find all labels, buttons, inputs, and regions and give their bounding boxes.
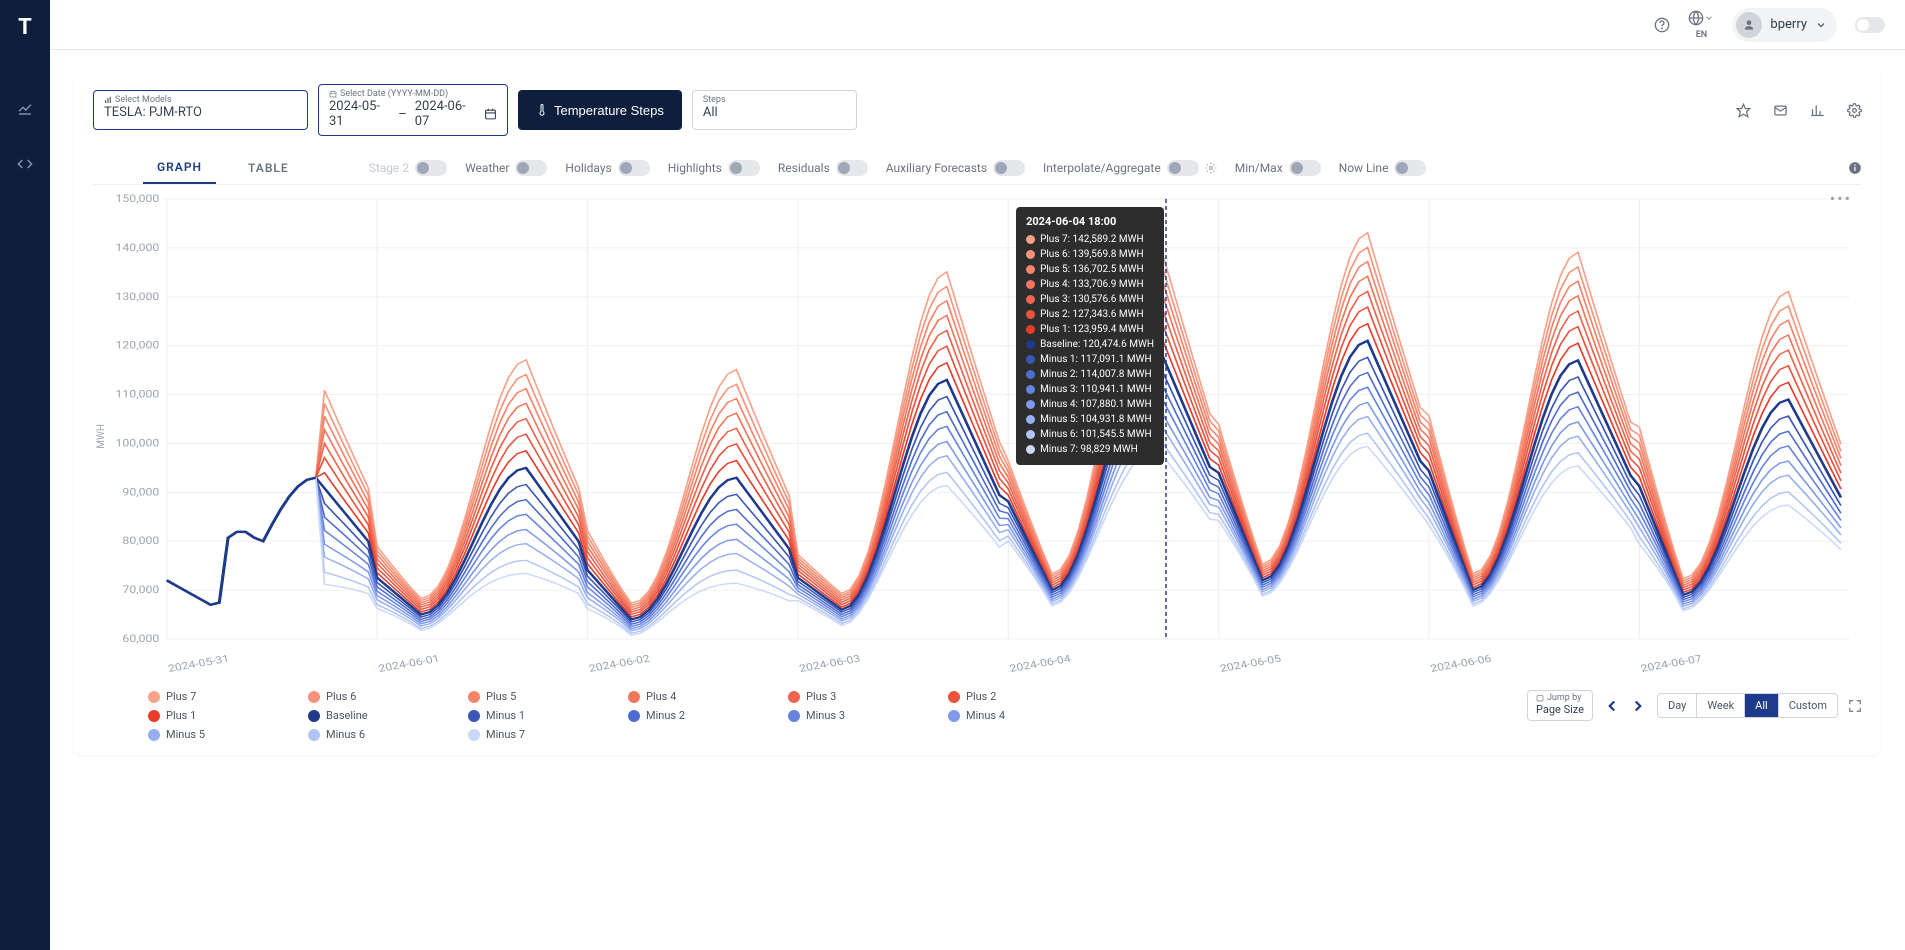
y-tick-label: 140,000 <box>116 242 160 254</box>
legend-item[interactable]: Plus 5 <box>468 690 538 703</box>
models-select[interactable]: Select Models TESLA: PJM-RTO <box>93 90 308 130</box>
y-tick-label: 60,000 <box>122 633 159 645</box>
toggle-nowline[interactable] <box>1394 160 1426 176</box>
series-line <box>167 357 1841 622</box>
legend: Plus 7 Plus 6 Plus 5 Plus 4 Plus 3 Plus 2 Plus… <box>148 690 1048 741</box>
email-icon[interactable] <box>1773 103 1788 118</box>
legend-item[interactable]: Minus 4 <box>948 709 1018 722</box>
toggle-residuals[interactable] <box>836 160 868 176</box>
range-custom[interactable]: Custom <box>1779 694 1837 717</box>
nav-chart-icon[interactable] <box>15 98 35 118</box>
series-line <box>167 307 1841 614</box>
language-label: EN <box>1696 30 1707 40</box>
legend-item[interactable]: Minus 6 <box>308 728 378 741</box>
y-tick-label: 150,000 <box>116 193 160 205</box>
range-buttons: Day Week All Custom <box>1657 693 1838 718</box>
legend-item[interactable]: Plus 7 <box>148 690 218 703</box>
legend-item[interactable]: Plus 3 <box>788 690 858 703</box>
x-tick-label: 2024-06-07 <box>1640 653 1704 675</box>
legend-item[interactable]: Minus 3 <box>788 709 858 722</box>
legend-item[interactable]: Minus 7 <box>468 728 538 741</box>
topbar: EN bperry <box>50 0 1905 50</box>
date-range-select[interactable]: Select Date (YYYY-MM-DD) 2024-05-31 – 20… <box>318 84 508 136</box>
x-tick-label: 2024-06-05 <box>1219 653 1283 675</box>
x-tick-label: 2024-06-01 <box>377 653 441 675</box>
y-tick-label: 100,000 <box>116 438 160 450</box>
user-name: bperry <box>1770 17 1807 32</box>
jump-by-select[interactable]: Jump by Page Size <box>1527 690 1593 721</box>
legend-item[interactable]: Plus 4 <box>628 690 698 703</box>
nav-code-icon[interactable] <box>15 154 35 174</box>
toggle-stage2[interactable] <box>415 160 447 176</box>
bar-chart-icon[interactable] <box>1810 103 1825 118</box>
sidebar: T <box>0 0 50 950</box>
expand-icon[interactable] <box>1848 699 1862 713</box>
legend-item[interactable]: Minus 2 <box>628 709 698 722</box>
language-select[interactable]: EN <box>1688 10 1714 40</box>
legend-item[interactable]: Plus 1 <box>148 709 218 722</box>
series-line <box>167 262 1841 608</box>
x-tick-label: 2024-06-02 <box>588 653 652 675</box>
toggle-interpolate[interactable] <box>1167 160 1199 176</box>
y-axis-label: MWH <box>96 423 107 448</box>
y-tick-label: 90,000 <box>122 486 159 498</box>
interpolate-settings-icon[interactable] <box>1205 162 1217 174</box>
y-tick-label: 110,000 <box>116 389 160 401</box>
tab-graph[interactable]: GRAPH <box>143 152 216 184</box>
legend-item[interactable]: Plus 2 <box>948 690 1018 703</box>
avatar-icon <box>1736 12 1762 38</box>
tab-table[interactable]: TABLE <box>234 153 303 183</box>
favorite-icon[interactable] <box>1736 103 1751 118</box>
toggle-weather[interactable] <box>515 160 547 176</box>
y-tick-label: 130,000 <box>116 291 160 303</box>
chart-tooltip: 2024-06-04 18:00Plus 7: 142,589.2 MWHPlu… <box>1016 207 1164 465</box>
controls-row: Select Models TESLA: PJM-RTO Select Date… <box>93 84 1862 136</box>
legend-item[interactable]: Minus 5 <box>148 728 218 741</box>
chart-area[interactable]: MWH ••• 60,000 70,000 80,000 90,000 100,000 1… <box>93 189 1862 684</box>
info-icon[interactable] <box>1848 161 1862 175</box>
toggle-highlights[interactable] <box>728 160 760 176</box>
range-week[interactable]: Week <box>1697 694 1745 717</box>
toggle-holidays[interactable] <box>618 160 650 176</box>
temperature-icon <box>536 102 548 118</box>
legend-item[interactable]: Minus 1 <box>468 709 538 722</box>
series-line <box>167 233 1841 605</box>
next-page-icon[interactable] <box>1629 697 1647 715</box>
legend-item[interactable]: Plus 6 <box>308 690 378 703</box>
y-tick-label: 120,000 <box>116 340 160 352</box>
calendar-icon <box>484 107 497 121</box>
steps-select[interactable]: Steps All <box>692 90 857 130</box>
user-menu[interactable]: bperry <box>1732 8 1837 42</box>
temperature-steps-button[interactable]: Temperature Steps <box>518 90 682 130</box>
range-all[interactable]: All <box>1745 694 1779 717</box>
settings-icon[interactable] <box>1847 103 1862 118</box>
toggle-aux-forecasts[interactable] <box>993 160 1025 176</box>
toggle-minmax[interactable] <box>1289 160 1321 176</box>
range-day[interactable]: Day <box>1658 694 1697 717</box>
theme-toggle[interactable] <box>1855 17 1885 33</box>
x-tick-label: 2024-06-03 <box>798 653 862 675</box>
chart-more-icon[interactable]: ••• <box>1830 189 1852 208</box>
help-icon[interactable] <box>1654 17 1670 33</box>
x-tick-label: 2024-06-06 <box>1429 653 1493 675</box>
x-tick-label: 2024-06-04 <box>1008 653 1072 675</box>
x-tick-label: 2024-05-31 <box>167 653 231 675</box>
y-tick-label: 70,000 <box>122 584 159 596</box>
y-tick-label: 80,000 <box>122 535 159 547</box>
legend-item[interactable]: Baseline <box>308 709 378 722</box>
app-logo: T <box>18 15 32 40</box>
prev-page-icon[interactable] <box>1603 697 1621 715</box>
